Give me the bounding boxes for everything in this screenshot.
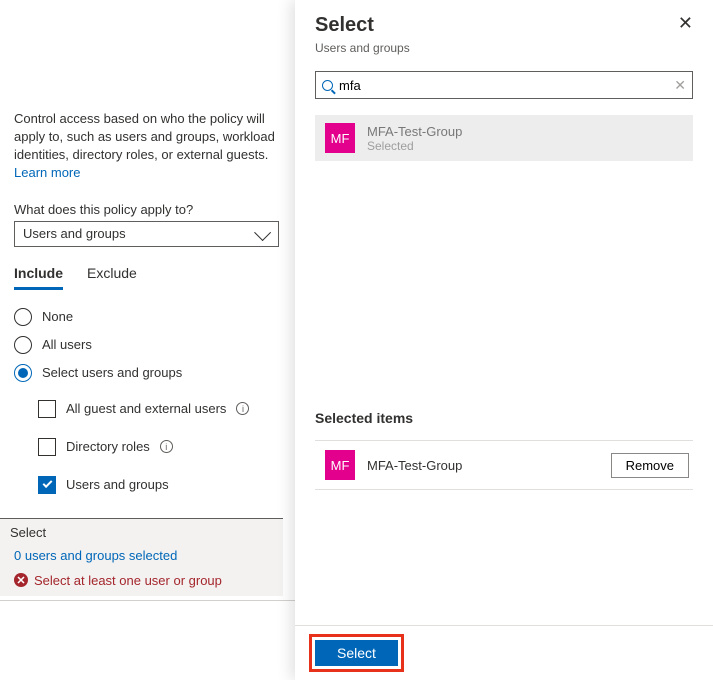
- avatar: MF: [325, 450, 355, 480]
- dropdown-value: Users and groups: [23, 226, 126, 241]
- close-icon[interactable]: ✕: [678, 14, 693, 37]
- error-text: Select at least one user or group: [34, 573, 222, 588]
- radio-label: All users: [42, 337, 92, 352]
- highlight: Select: [309, 634, 404, 672]
- apply-to-dropdown[interactable]: Users and groups: [14, 221, 279, 247]
- info-icon[interactable]: i: [160, 440, 173, 453]
- checkbox-label: Directory roles: [66, 439, 150, 454]
- result-status: Selected: [367, 139, 462, 153]
- policy-description: Control access based on who the policy w…: [14, 110, 281, 165]
- avatar: MF: [325, 123, 355, 153]
- remove-button[interactable]: Remove: [611, 453, 689, 478]
- tab-include[interactable]: Include: [14, 265, 63, 290]
- radio-icon: [14, 364, 32, 382]
- select-flyout: Select ✕ Users and groups ✕ MF MFA-Test-…: [295, 0, 713, 680]
- radio-none[interactable]: None: [14, 308, 281, 326]
- selected-count-link[interactable]: 0 users and groups selected: [0, 542, 283, 569]
- radio-icon: [14, 336, 32, 354]
- search-input[interactable]: [339, 78, 668, 93]
- radio-all-users[interactable]: All users: [14, 336, 281, 354]
- check-directory-roles[interactable]: Directory roles i: [38, 438, 281, 456]
- apply-to-label: What does this policy apply to?: [14, 202, 281, 217]
- check-guest-users[interactable]: All guest and external users i: [38, 400, 281, 418]
- error-icon: ✕: [14, 573, 28, 587]
- selected-item: MF MFA-Test-Group Remove: [315, 440, 693, 490]
- select-summary-header: Select: [0, 523, 283, 542]
- result-name: MFA-Test-Group: [367, 124, 462, 139]
- info-icon[interactable]: i: [236, 402, 249, 415]
- check-users-groups[interactable]: Users and groups: [38, 476, 281, 494]
- radio-label: Select users and groups: [42, 365, 182, 380]
- search-icon: [322, 80, 333, 91]
- checkbox-icon: [38, 400, 56, 418]
- select-button[interactable]: Select: [315, 640, 398, 666]
- checkbox-label: All guest and external users: [66, 401, 226, 416]
- chevron-down-icon: [254, 224, 271, 241]
- radio-label: None: [42, 309, 73, 324]
- checkbox-label: Users and groups: [66, 477, 169, 492]
- radio-select-users[interactable]: Select users and groups: [14, 364, 281, 382]
- learn-more-link[interactable]: Learn more: [14, 165, 80, 180]
- search-result-item[interactable]: MF MFA-Test-Group Selected: [315, 115, 693, 161]
- clear-icon[interactable]: ✕: [674, 77, 686, 94]
- select-summary: Select 0 users and groups selected ✕ Sel…: [0, 518, 283, 596]
- selected-item-name: MFA-Test-Group: [367, 458, 462, 473]
- flyout-subtitle: Users and groups: [295, 41, 713, 71]
- radio-icon: [14, 308, 32, 326]
- search-box[interactable]: ✕: [315, 71, 693, 99]
- checkbox-icon: [38, 476, 56, 494]
- tab-exclude[interactable]: Exclude: [87, 265, 137, 290]
- checkbox-icon: [38, 438, 56, 456]
- flyout-title: Select: [315, 14, 374, 37]
- selected-items-header: Selected items: [315, 410, 693, 426]
- select-error: ✕ Select at least one user or group: [0, 569, 283, 594]
